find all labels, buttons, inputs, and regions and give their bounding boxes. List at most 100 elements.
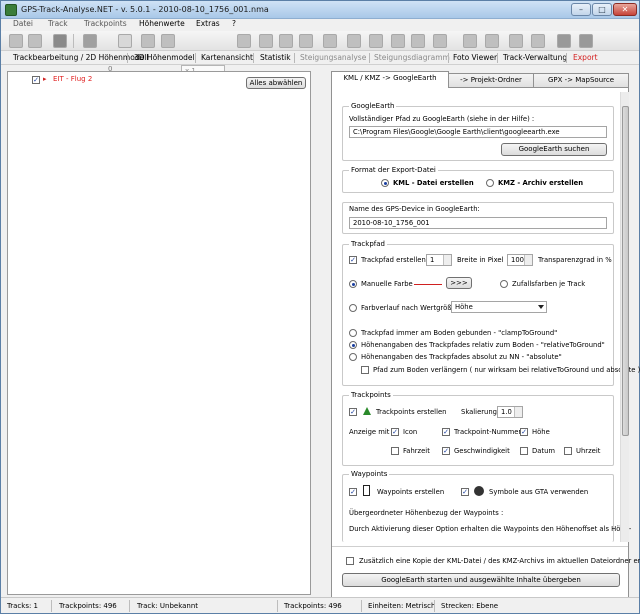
status-distance: Strecken: Ebene: [441, 602, 499, 610]
nav-steigungsanalyse[interactable]: Steigungsanalyse: [300, 53, 366, 62]
tool-icon-8[interactable]: [347, 34, 361, 48]
gta-symbols-checkbox[interactable]: ✓: [461, 488, 469, 496]
nav-bar: Trackbearbeitung / 2D Höhenmodell 3D Höh…: [1, 51, 639, 65]
tool-icon-2[interactable]: [161, 34, 175, 48]
group-googleearth: GoogleEarth Vollständiger Pfad zu Google…: [342, 102, 614, 161]
nav-statistik[interactable]: Statistik: [260, 53, 291, 62]
date-checkbox[interactable]: [520, 447, 528, 455]
undo-icon[interactable]: [118, 34, 132, 48]
nav-track-verwaltung[interactable]: Track-Verwaltung: [503, 53, 567, 62]
chevron-down-icon: [538, 305, 544, 309]
kml-radio[interactable]: [381, 179, 389, 187]
scale-stepper[interactable]: 1.0: [497, 406, 523, 418]
tool-icon-3[interactable]: [237, 34, 251, 48]
tool-icon-6[interactable]: [299, 34, 313, 48]
random-color-radio[interactable]: [500, 280, 508, 288]
group-waypoints: Waypoints ✓ Waypoints erstellen ✓ Symbol…: [342, 470, 631, 542]
app-icon: [5, 4, 17, 16]
color-picker-button[interactable]: >>>: [446, 277, 472, 289]
copy-kml-checkbox[interactable]: [346, 557, 354, 565]
speed-label: Geschwindigkeit: [454, 447, 510, 455]
icon-checkbox[interactable]: ✓: [391, 428, 399, 436]
exit-icon[interactable]: [579, 34, 593, 48]
nav-kartenansicht[interactable]: Kartenansicht: [201, 53, 253, 62]
tool-icon-4[interactable]: [259, 34, 273, 48]
maximize-button[interactable]: □: [592, 3, 612, 16]
nav-steigungsdiagramm[interactable]: Steigungsdiagramm: [374, 53, 450, 62]
tool-icon-15[interactable]: [509, 34, 523, 48]
start-googleearth-button[interactable]: GoogleEarth starten und ausgewählte Inha…: [342, 573, 620, 587]
waypoint-icon: [363, 485, 370, 496]
height-checkbox[interactable]: ✓: [520, 428, 528, 436]
clock-checkbox[interactable]: [564, 447, 572, 455]
gradient-label: Farbverlauf nach Wertgröße: [361, 304, 456, 312]
info-icon[interactable]: [557, 34, 571, 48]
device-name-input[interactable]: 2010-08-10_1756_001: [349, 217, 607, 229]
absolute-radio[interactable]: [349, 353, 357, 361]
tool-icon-14[interactable]: [485, 34, 499, 48]
tool-icon-11[interactable]: [411, 34, 425, 48]
gradient-select[interactable]: Höhe: [451, 301, 547, 313]
show-label: Anzeige mit :: [349, 428, 394, 436]
gradient-radio[interactable]: [349, 304, 357, 312]
kmz-radio[interactable]: [486, 179, 494, 187]
speed-checkbox[interactable]: ✓: [442, 447, 450, 455]
menu-track[interactable]: Track: [48, 19, 68, 28]
status-track: Track: Unbekannt: [137, 602, 199, 610]
select-all-button[interactable]: Alles abwählen: [246, 77, 306, 89]
tool-icon-7[interactable]: [323, 34, 337, 48]
date-label: Datum: [532, 447, 555, 455]
height-label: Höhe: [532, 428, 550, 436]
manual-color-radio[interactable]: [349, 280, 357, 288]
path-label: Vollständiger Pfad zu GoogleEarth (siehe…: [349, 115, 535, 123]
googleearth-search-button[interactable]: GoogleEarth suchen: [501, 143, 607, 156]
trackpoints-create-checkbox[interactable]: ✓: [349, 408, 357, 416]
extend-path-checkbox[interactable]: [361, 366, 369, 374]
width-stepper[interactable]: 1: [426, 254, 452, 266]
tool-icon-13[interactable]: [463, 34, 477, 48]
nav-export[interactable]: Export: [573, 53, 598, 62]
menu-datei[interactable]: Datei: [13, 19, 33, 28]
menu-hoehenwerte[interactable]: Höhenwerte: [139, 19, 185, 28]
tool-icon-10[interactable]: [391, 34, 405, 48]
status-trackpoints-left: Trackpoints: 496: [59, 602, 117, 610]
waypoints-create-label: Waypoints erstellen: [377, 488, 445, 496]
open-icon[interactable]: [9, 34, 23, 48]
clock-label: Uhrzeit: [576, 447, 601, 455]
tool-icon-1[interactable]: [141, 34, 155, 48]
relative-radio[interactable]: [349, 341, 357, 349]
nav-trackbearbeitung[interactable]: Trackbearbeitung / 2D Höhenmodell: [13, 53, 148, 62]
device-icon[interactable]: [83, 34, 97, 48]
nav-3d-hoehenmodell[interactable]: 3D Höhenmodell: [134, 53, 197, 62]
tool-icon-12[interactable]: [433, 34, 447, 48]
group-format: Format der Export-Datei KML - Datei erst…: [342, 166, 614, 193]
tool-icon-16[interactable]: [531, 34, 545, 48]
device-label: Name des GPS-Device in GoogleEarth:: [349, 205, 480, 213]
tab-projekt-ordner[interactable]: -> Projekt-Ordner: [448, 73, 534, 87]
track-label[interactable]: EIT - Flug 2: [53, 75, 92, 83]
window-title: GPS-Track-Analyse.NET - v. 5.0.1 - 2010-…: [21, 5, 269, 14]
scrollbar-thumb[interactable]: [622, 106, 629, 436]
tool-icon-5[interactable]: [279, 34, 293, 48]
scrollbar[interactable]: [620, 92, 629, 542]
clamp-radio[interactable]: [349, 329, 357, 337]
nav-foto-viewer[interactable]: Foto Viewer: [453, 53, 497, 62]
tab-gpx-mapsource[interactable]: GPX -> MapSource: [533, 73, 629, 87]
trackpfad-create-checkbox[interactable]: ✓: [349, 256, 357, 264]
minimize-button[interactable]: –: [571, 3, 591, 16]
menu-trackpoints[interactable]: Trackpoints: [84, 19, 127, 28]
title-bar: GPS-Track-Analyse.NET - v. 5.0.1 - 2010-…: [1, 1, 639, 19]
tool-icon-9[interactable]: [369, 34, 383, 48]
transparency-stepper[interactable]: 100: [507, 254, 533, 266]
number-checkbox[interactable]: ✓: [442, 428, 450, 436]
close-button[interactable]: ✕: [613, 3, 637, 16]
save-icon[interactable]: [53, 34, 67, 48]
googleearth-path-input[interactable]: C:\Program Files\Google\Google Earth\cli…: [349, 126, 607, 138]
waypoints-create-checkbox[interactable]: ✓: [349, 488, 357, 496]
menu-help[interactable]: ?: [232, 19, 236, 28]
menu-extras[interactable]: Extras: [196, 19, 220, 28]
open-folder-icon[interactable]: [28, 34, 42, 48]
time-checkbox[interactable]: [391, 447, 399, 455]
track-checkbox[interactable]: ✓: [32, 76, 40, 84]
tab-kml-googleearth[interactable]: KML / KMZ -> GoogleEarth: [331, 71, 449, 88]
